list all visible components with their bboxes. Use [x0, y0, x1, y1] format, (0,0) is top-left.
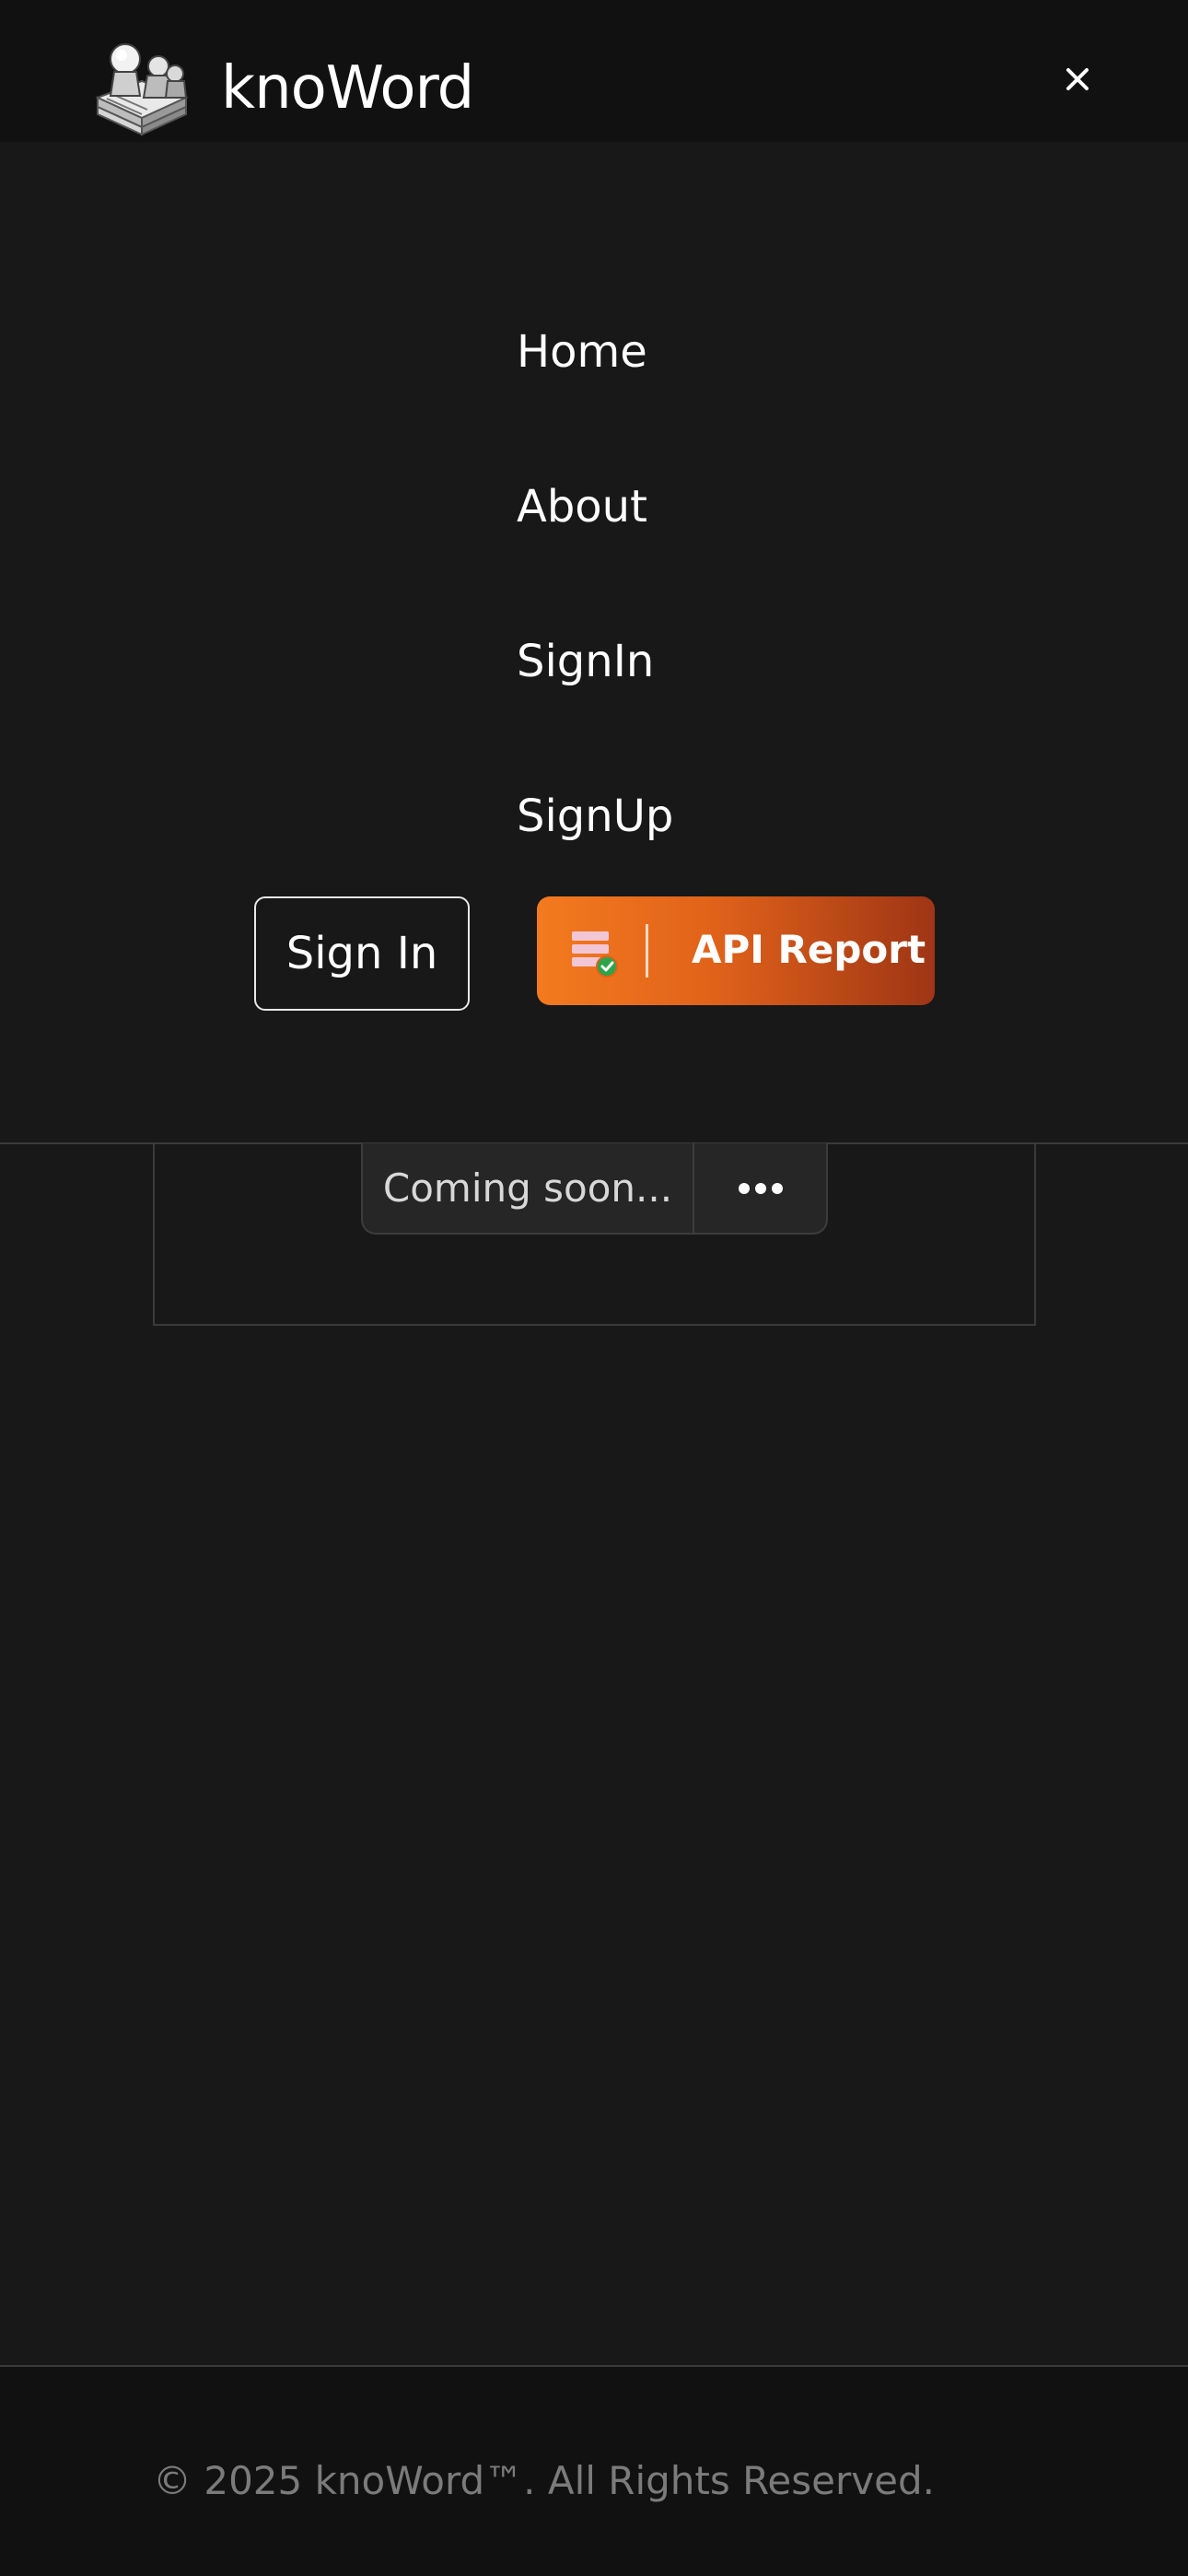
mobile-menu: Home About SignIn SignUp Sign In API Rep… [0, 142, 1188, 1144]
brand-name[interactable]: knoWord [221, 52, 474, 125]
more-dots-icon[interactable] [694, 1143, 826, 1233]
page: knoWord Home About SignIn SignUp Sign In [0, 0, 1188, 2576]
header-bar: knoWord [0, 0, 1188, 142]
sign-in-button[interactable]: Sign In [254, 896, 470, 1011]
api-report-label: API Report [692, 927, 926, 972]
api-report-button[interactable]: API Report [537, 896, 935, 1005]
nav-link-signup[interactable]: SignUp [517, 789, 673, 844]
brand-logo-icon[interactable] [94, 41, 192, 136]
close-icon[interactable] [1055, 57, 1100, 101]
copyright-text: © 2025 knoWord™. All Rights Reserved. [153, 2458, 935, 2503]
database-check-icon [570, 930, 618, 978]
nav-link-home[interactable]: Home [517, 324, 647, 380]
coming-soon-group: Coming soon... [361, 1143, 828, 1235]
nav-link-signin[interactable]: SignIn [517, 634, 654, 689]
coming-soon-text: Coming soon... [363, 1143, 694, 1233]
footer: © 2025 knoWord™. All Rights Reserved. [0, 2365, 1188, 2576]
nav-link-about[interactable]: About [517, 479, 647, 534]
api-button-divider [646, 924, 648, 978]
